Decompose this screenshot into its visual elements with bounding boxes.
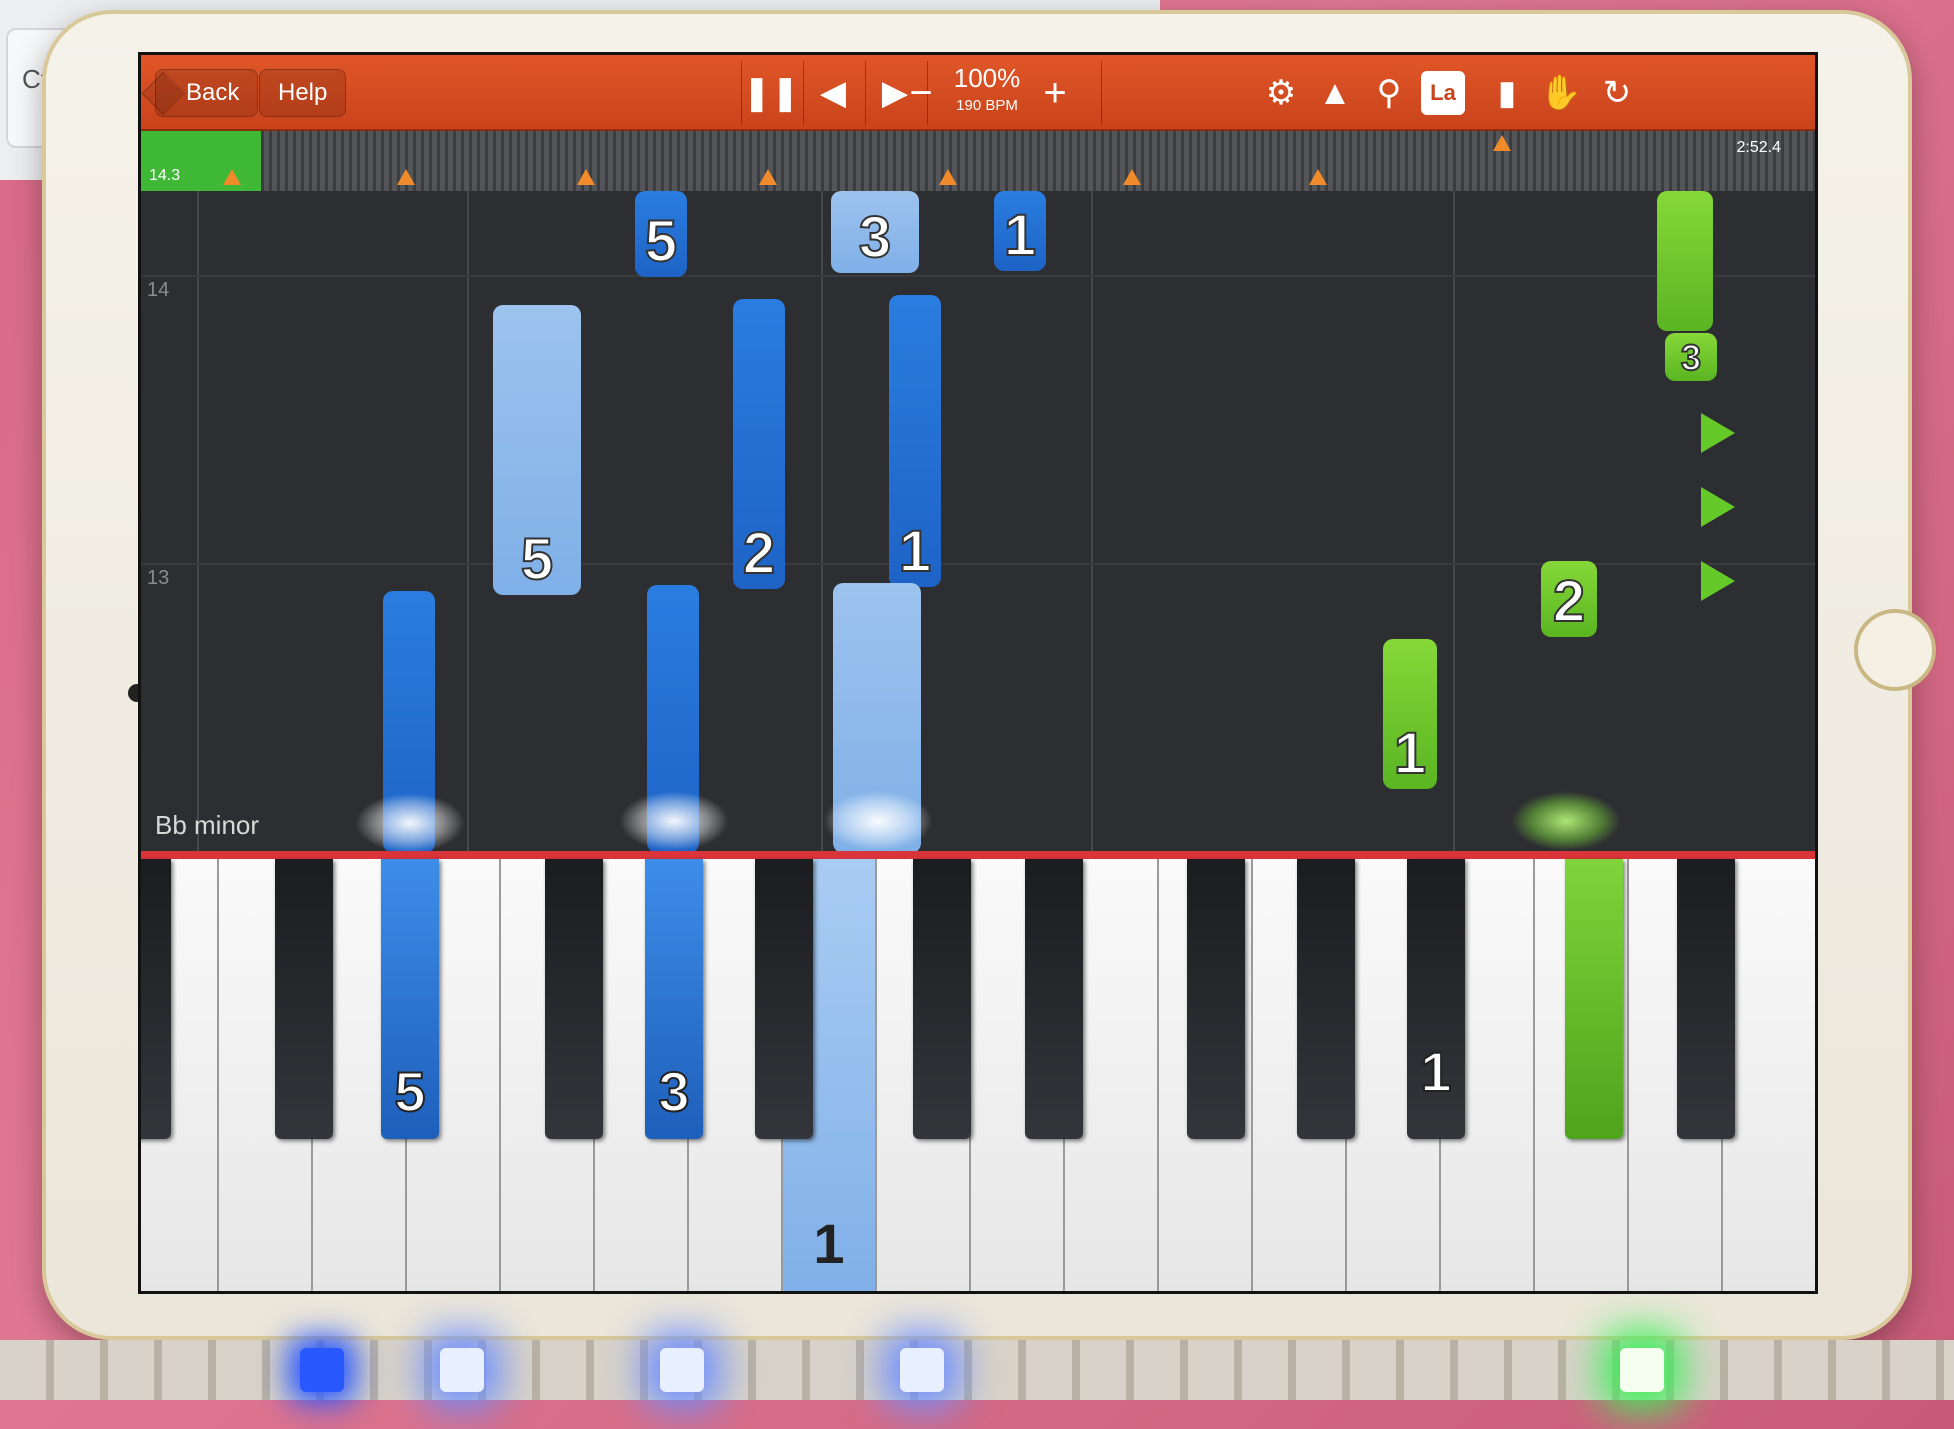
beat-line [467,191,469,851]
led-light [440,1348,484,1392]
note-block: 1 [1383,639,1437,789]
led-light [900,1348,944,1392]
key-hit-glow [1511,791,1621,851]
section-marker[interactable] [759,169,777,185]
section-marker[interactable] [577,169,595,185]
magnifier-icon[interactable]: ⚲ [1361,55,1417,131]
toolbar: Back Help ❚❚ ◀​ ▶ − 100% 190 BPM + ⚙ ▲ ⚲… [141,55,1815,131]
section-marker[interactable] [397,169,415,185]
led-light [1620,1348,1664,1392]
black-key-pressed[interactable]: 3 [645,859,703,1139]
transport-controls: ❚❚ ◀​ ▶ − 100% 190 BPM + [741,55,1161,131]
beat-line [821,191,823,851]
black-key[interactable] [275,859,333,1139]
hand-icon[interactable]: ✋ [1533,55,1589,131]
upcoming-note-arrow [1701,487,1735,527]
section-marker[interactable] [1493,135,1511,151]
black-key[interactable] [1025,859,1083,1139]
note-block: 3 [1665,333,1717,381]
key-hit-glow [823,791,933,851]
timeline-position: 14.3 [149,167,181,184]
black-key[interactable] [755,859,813,1139]
tempo-bpm: 190 BPM [956,97,1018,114]
la-icon[interactable]: La [1421,71,1465,115]
note-roll: 14 13 Bb minor 5 3 1 5 2 1 1 2 3 [141,191,1815,853]
note-block: 5 [493,305,581,595]
pause-icon[interactable]: ❚❚ [741,55,801,131]
black-key[interactable] [141,859,171,1139]
timeline-duration: 2:52.4 [1736,139,1781,156]
black-key[interactable] [1297,859,1355,1139]
led-light [660,1348,704,1392]
plus-icon[interactable]: + [1025,55,1085,131]
section-marker[interactable] [939,169,957,185]
black-key[interactable] [545,859,603,1139]
note-block: 1 [994,191,1046,271]
loop-icon[interactable]: ↻ [1589,55,1645,131]
key-signature: Bb minor [155,810,260,840]
app-screen: Back Help ❚❚ ◀​ ▶ − 100% 190 BPM + ⚙ ▲ ⚲… [138,52,1818,1294]
note-block: 5 [635,191,687,277]
home-button[interactable] [1854,609,1936,691]
measure-number: 14 [147,279,170,301]
key-finger-number: 1 [1419,1039,1452,1104]
beat-line [197,191,199,851]
black-key[interactable] [1187,859,1245,1139]
keyboard-top-bar [141,851,1815,859]
key-finger-number: 1 [813,1212,845,1275]
upcoming-note-arrow [1701,561,1735,601]
black-key[interactable] [913,859,971,1139]
section-marker[interactable] [1309,169,1327,185]
note-block: 2 [733,299,785,589]
note-block: 1 [889,295,941,587]
led-light [300,1348,344,1392]
key-hit-glow [619,791,729,851]
metronome-icon[interactable]: ▲ [1307,55,1363,131]
key-hit-glow [355,793,465,853]
back-button[interactable]: Back [155,69,259,117]
beat-line [1453,191,1455,851]
tempo-percent: 100% [953,63,1021,93]
piano-keyboard[interactable]: 1 5 3 1 [141,859,1815,1291]
note-block: 3 [831,191,919,273]
key-finger-number: 3 [657,1059,690,1124]
section-marker[interactable] [1123,169,1141,185]
beat-line [1091,191,1093,851]
measure-line [141,275,1815,277]
black-key-pressed[interactable] [1565,859,1623,1139]
black-key[interactable]: 1 [1407,859,1465,1139]
song-timeline[interactable]: 14.3 2:52.4 [141,131,1815,191]
black-key[interactable] [1677,859,1735,1139]
section-marker[interactable] [223,169,241,185]
skip-back-icon[interactable]: ◀​ [803,55,863,131]
measure-number: 13 [147,567,170,589]
black-key-pressed[interactable]: 5 [381,859,439,1139]
white-key[interactable] [1723,859,1815,1291]
help-button[interactable]: Help [259,69,347,117]
note-block [1657,191,1713,331]
key-finger-number: 5 [393,1059,426,1124]
note-block: 2 [1541,561,1597,637]
toolbar-divider [1101,61,1102,125]
gear-icon[interactable]: ⚙ [1253,55,1309,131]
bookmark-icon[interactable]: ▮ [1479,55,1535,131]
upcoming-note-arrow [1701,413,1735,453]
